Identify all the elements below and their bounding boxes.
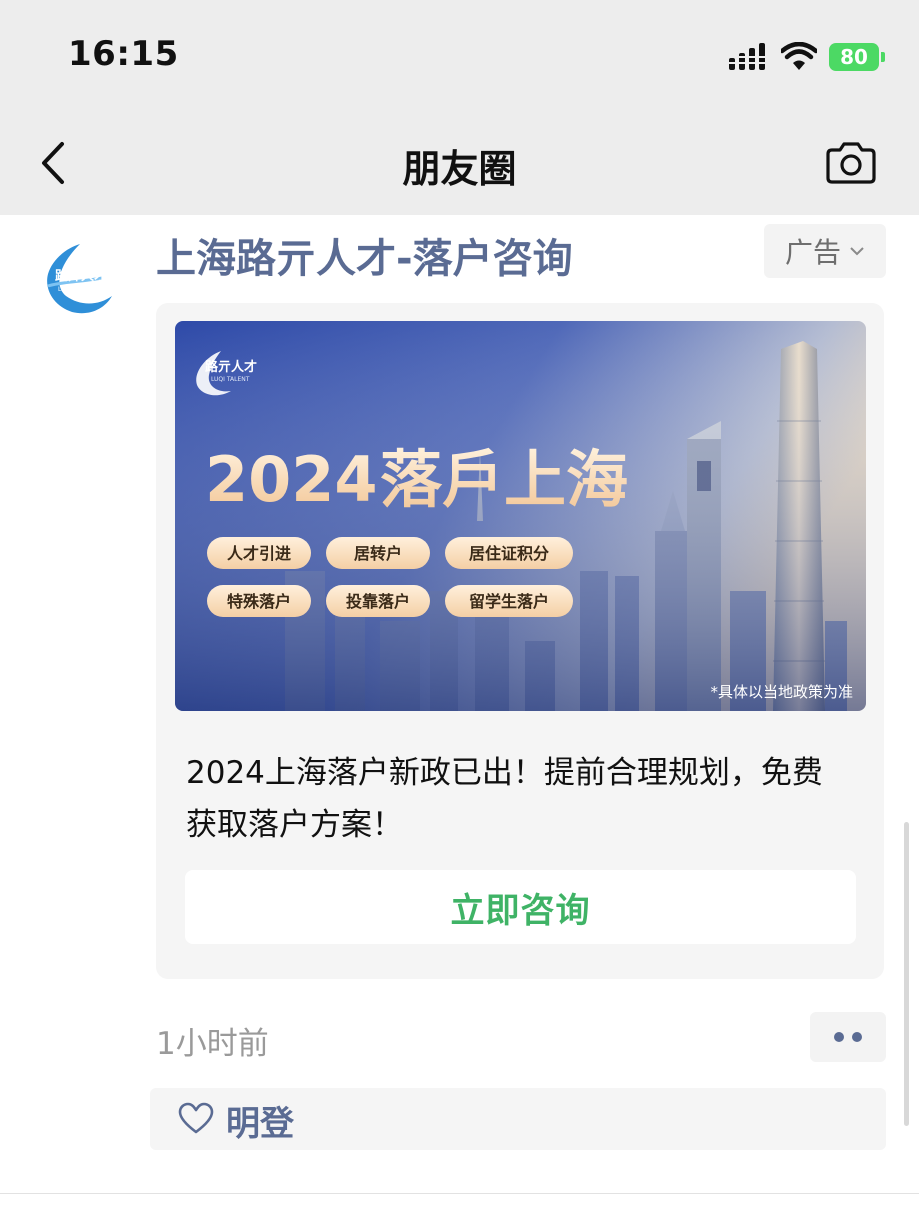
battery-level: 80 — [829, 43, 879, 71]
ad-banner-image[interactable]: 路亓人才 LUQI TALENT 2024 落戶上海 人才引进 居转户 居住证积… — [175, 321, 866, 711]
ad-text: 2024上海落户新政已出！提前合理规划，免费获取落户方案！ — [186, 755, 823, 843]
heart-icon — [178, 1102, 214, 1134]
banner-disclaimer: *具体以当地政策为准 — [710, 683, 853, 701]
banner-tag: 人才引进 — [227, 544, 291, 563]
page-title: 朋友圈 — [402, 147, 517, 191]
status-time: 16:15 — [68, 34, 179, 74]
post-author[interactable]: 上海路亓人才-落户咨询 — [156, 226, 573, 284]
camera-icon[interactable] — [824, 140, 878, 186]
avatar-logo-text: 路亓人才 — [55, 268, 107, 284]
banner-logo-subtext: LUQI TALENT — [211, 376, 250, 383]
banner-tag: 特殊落户 — [227, 592, 291, 611]
chevron-down-icon — [850, 247, 864, 256]
battery-cap — [881, 52, 885, 62]
feed-divider — [0, 1193, 919, 1194]
ad-label-button[interactable]: 广告 — [764, 224, 886, 278]
ad-label: 广告 — [784, 236, 841, 269]
ad-card: 路亓人才 LUQI TALENT 2024 落戶上海 人才引进 居转户 居住证积… — [156, 303, 884, 979]
banner-tag: 留学生落户 — [469, 592, 549, 611]
nav-bar: 朋友圈 — [0, 120, 919, 206]
more-dot — [852, 1032, 862, 1042]
banner-headline-year: 2024 — [205, 443, 378, 516]
signal-icon — [729, 43, 769, 70]
status-icons: 80 — [729, 40, 885, 74]
scrollbar[interactable] — [904, 822, 909, 1126]
banner-tag: 居住证积分 — [469, 544, 549, 563]
post-time: 1小时前 — [156, 1026, 269, 1062]
more-dot — [834, 1032, 844, 1042]
battery-indicator: 80 — [829, 43, 885, 71]
likes-section: 明登 — [150, 1088, 886, 1150]
more-options-button[interactable] — [810, 1012, 886, 1062]
top-bar: 16:15 80 朋友圈 — [0, 0, 919, 215]
banner-tag: 居转户 — [354, 544, 402, 563]
liker-name[interactable]: 明登 — [226, 1096, 294, 1145]
avatar-logo-subtext: LUQI TALENT — [58, 286, 97, 293]
banner-tag: 投靠落户 — [346, 592, 410, 611]
wifi-icon — [781, 42, 817, 70]
consult-now-button[interactable]: 立即咨询 — [185, 870, 856, 944]
banner-graphic: 路亓人才 LUQI TALENT 2024 落戶上海 人才引进 居转户 居住证积… — [175, 321, 866, 711]
banner-logo-text: 路亓人才 — [205, 359, 257, 375]
avatar[interactable]: 路亓人才 LUQI TALENT — [40, 238, 120, 318]
banner-headline-text: 落戶上海 — [380, 443, 628, 516]
